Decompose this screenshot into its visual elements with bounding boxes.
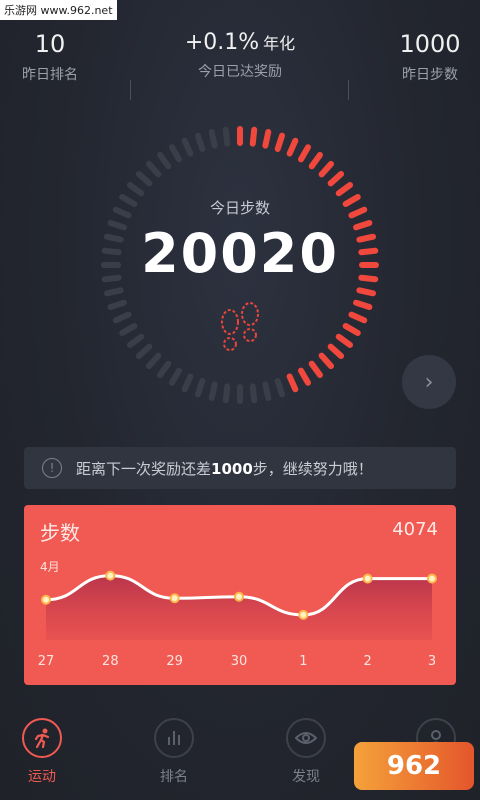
bar-chart-icon xyxy=(168,731,180,745)
ring-tick xyxy=(249,126,258,147)
tab-sport-label: 运动 xyxy=(28,769,56,785)
ring-tick xyxy=(145,352,162,370)
ring-tick xyxy=(135,343,153,360)
tab-ranking-label: 排名 xyxy=(160,769,188,785)
chart-area xyxy=(46,575,432,640)
ring-tick xyxy=(208,381,218,402)
ring-tick xyxy=(274,378,286,398)
ring-tick xyxy=(335,333,354,348)
chevron-right-icon: › xyxy=(424,369,434,395)
steps-yesterday-value: 1000 xyxy=(399,30,461,58)
ring-tick xyxy=(308,151,323,170)
ring-tick xyxy=(356,287,377,297)
info-icon: ! xyxy=(42,458,62,478)
notice-text: 距离下一次奖励还差1000步，继续努力哦！ xyxy=(76,459,373,478)
chart-point xyxy=(234,591,244,602)
tab-discover[interactable]: 发现 xyxy=(266,718,346,786)
ring-tick xyxy=(126,333,145,348)
chart-point xyxy=(169,593,180,604)
tab-discover-label: 发现 xyxy=(292,769,320,785)
card-title: 步数 xyxy=(40,521,80,545)
next-arrow-button[interactable]: › xyxy=(402,355,456,409)
steps-yesterday-label: 昨日步数 xyxy=(402,67,458,83)
divider xyxy=(348,80,349,100)
ring-tick xyxy=(353,299,373,311)
ring-tick xyxy=(298,367,311,386)
reward-notice: ! 距离下一次奖励还差1000步，继续努力哦！ xyxy=(24,447,456,489)
ring-tick xyxy=(181,137,194,157)
ring-tick xyxy=(318,160,335,178)
ring-tick xyxy=(157,360,172,379)
ring-tick xyxy=(286,373,299,393)
ring-tick xyxy=(222,126,231,147)
tab-ranking[interactable]: 排名 xyxy=(134,718,214,786)
ring-tick xyxy=(208,128,218,149)
reward-unit: 年化 xyxy=(263,34,296,53)
card-value: 4074 xyxy=(392,519,438,540)
steps-chart: 4月 27 28 29 30 1 2 3 xyxy=(38,560,437,669)
reward-label: 今日已达奖励 xyxy=(198,64,282,80)
rank-value: 10 xyxy=(34,30,66,58)
x-tick-label: 3 xyxy=(428,654,436,669)
chart-point xyxy=(362,573,373,584)
x-tick-label: 28 xyxy=(102,654,119,669)
rank-label: 昨日排名 xyxy=(22,67,78,83)
ring-tick xyxy=(181,373,194,393)
chart-point xyxy=(298,609,309,620)
ring-tick xyxy=(157,151,172,170)
site-logo-badge: 962 xyxy=(354,742,474,790)
month-label: 4月 xyxy=(40,560,60,574)
ring-tick xyxy=(327,343,345,360)
ring-tick xyxy=(222,383,231,404)
ring-tick xyxy=(262,381,272,402)
x-tick-label: 30 xyxy=(231,654,248,669)
x-tick-label: 29 xyxy=(166,654,183,669)
ring-tick xyxy=(145,160,162,178)
today-steps-label: 今日步数 xyxy=(209,199,270,217)
ring-tick xyxy=(342,323,361,336)
tab-sport[interactable]: 运动 xyxy=(2,718,82,786)
watermark: 乐游网 www.962.net xyxy=(0,0,117,20)
ring-tick xyxy=(112,311,132,324)
x-tick-label: 27 xyxy=(38,654,55,669)
chart-point xyxy=(427,573,437,584)
eye-icon xyxy=(295,732,317,744)
ring-tick xyxy=(169,367,182,386)
ring-tick xyxy=(135,170,153,187)
ring-tick xyxy=(169,144,182,163)
x-tick-label: 2 xyxy=(364,654,372,669)
x-tick-label: 1 xyxy=(299,654,307,669)
divider xyxy=(130,80,131,100)
yesterday-rank[interactable]: 10 昨日排名 xyxy=(0,30,100,84)
ring-tick xyxy=(194,378,206,398)
chart-point xyxy=(41,594,51,605)
ring-tick xyxy=(286,137,299,157)
ring-tick xyxy=(103,287,124,297)
today-reward[interactable]: +0.1% 年化 今日已达奖励 xyxy=(140,30,340,81)
ring-tick xyxy=(318,352,335,370)
ring-tick xyxy=(262,128,272,149)
ring-tick xyxy=(126,182,145,197)
notice-highlight: 1000 xyxy=(211,459,253,478)
ring-tick xyxy=(298,144,311,163)
reward-value: +0.1% xyxy=(184,30,260,55)
chart-point xyxy=(105,570,116,581)
ring-tick xyxy=(119,323,138,336)
tab-bar: 运动 排名 发现 962 xyxy=(0,718,480,800)
ring-tick xyxy=(327,170,345,187)
ring-tick xyxy=(274,132,286,152)
run-icon xyxy=(34,728,50,749)
stats-header: 10 昨日排名 +0.1% 年化 今日已达奖励 1000 昨日步数 xyxy=(0,30,480,100)
yesterday-steps[interactable]: 1000 昨日步数 xyxy=(380,30,480,84)
footprints-icon xyxy=(221,302,259,351)
steps-chart-card[interactable]: 4月 27 28 29 30 1 2 3 步数 4074 xyxy=(24,505,456,685)
ring-tick xyxy=(335,182,354,197)
today-steps-value: 20020 xyxy=(141,222,339,285)
ring-tick xyxy=(308,360,323,379)
ring-tick xyxy=(249,383,258,404)
ring-tick xyxy=(107,299,127,311)
ring-tick xyxy=(194,132,206,152)
ring-tick xyxy=(348,311,368,324)
